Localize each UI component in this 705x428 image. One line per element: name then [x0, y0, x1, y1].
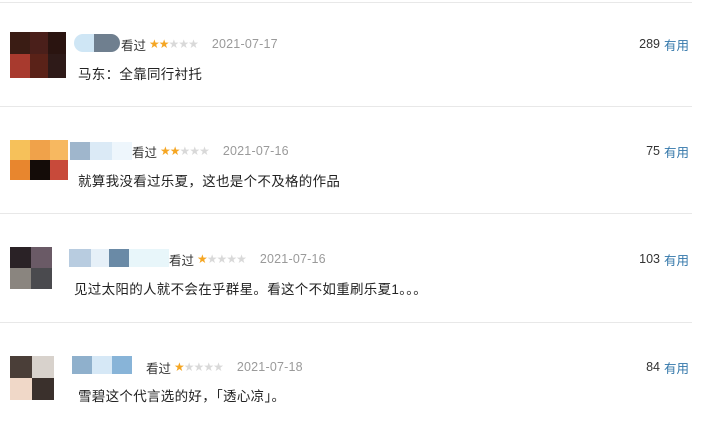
vote-count: 103 [639, 252, 660, 266]
review-date: 2021-07-16 [222, 144, 289, 158]
vote-area: 103 有用 [639, 250, 689, 268]
star-rating: ★ ★ ★ ★ ★ [174, 360, 224, 374]
star-filled-icon: ★ [149, 37, 160, 51]
star-empty-icon: ★ [199, 144, 210, 158]
watched-status: 看过 [132, 145, 158, 160]
star-empty-icon: ★ [178, 37, 189, 51]
review-meta: 看过 ★ ★ ★ ★ ★ 2021-07-16 [132, 142, 289, 160]
useful-button[interactable]: 有用 [664, 358, 689, 377]
username[interactable] [69, 249, 169, 267]
avatar[interactable] [10, 356, 54, 400]
avatar[interactable] [10, 32, 66, 78]
star-empty-icon: ★ [189, 144, 200, 158]
watched-status: 看过 [146, 361, 172, 376]
star-filled-icon: ★ [160, 144, 171, 158]
review-content: 见过太阳的人就不会在乎群星。看这个不如重刷乐夏1。。。 [74, 282, 428, 297]
star-empty-icon: ★ [193, 360, 205, 374]
star-filled-icon: ★ [158, 37, 170, 51]
star-rating: ★ ★ ★ ★ ★ [197, 252, 247, 266]
username[interactable] [74, 34, 120, 52]
watched-status: 看过 [169, 253, 195, 268]
useful-button[interactable]: 有用 [664, 35, 689, 54]
review-item: 看过 ★ ★ ★ ★ ★ 2021-07-18 84 有用 雪碧这个代言选的好，「透心凉… [0, 322, 705, 428]
star-empty-icon: ★ [226, 252, 237, 266]
vote-count: 289 [639, 37, 660, 51]
star-empty-icon: ★ [203, 360, 214, 374]
review-item: 看过 ★ ★ ★ ★ ★ 2021-07-17 289 有用 马东：全靠同行衬托 [0, 0, 705, 106]
review-meta: 看过 ★ ★ ★ ★ ★ 2021-07-17 [121, 35, 278, 53]
avatar[interactable] [10, 140, 68, 186]
username[interactable] [72, 356, 132, 374]
review-meta: 看过 ★ ★ ★ ★ ★ 2021-07-18 [146, 358, 303, 376]
star-filled-icon: ★ [197, 252, 208, 266]
star-filled-icon: ★ [174, 360, 185, 374]
star-empty-icon: ★ [179, 144, 191, 158]
star-empty-icon: ★ [188, 37, 199, 51]
review-date: 2021-07-17 [211, 37, 278, 51]
review-date: 2021-07-18 [236, 360, 303, 374]
review-content: 马东：全靠同行衬托 [78, 67, 203, 82]
vote-count: 84 [646, 360, 660, 374]
vote-area: 84 有用 [646, 358, 689, 376]
useful-button[interactable]: 有用 [664, 250, 689, 269]
star-filled-icon: ★ [169, 144, 181, 158]
review-meta: 看过 ★ ★ ★ ★ ★ 2021-07-16 [169, 250, 326, 268]
star-empty-icon: ★ [216, 252, 228, 266]
vote-area: 75 有用 [646, 142, 689, 160]
review-content: 就算我没看过乐夏，这也是个不及格的作品 [78, 174, 341, 189]
review-date: 2021-07-16 [259, 252, 326, 266]
watched-status: 看过 [121, 38, 147, 53]
star-empty-icon: ★ [213, 360, 224, 374]
star-empty-icon: ★ [236, 252, 247, 266]
username[interactable] [70, 142, 132, 160]
star-rating: ★ ★ ★ ★ ★ [160, 144, 210, 158]
vote-area: 289 有用 [639, 35, 689, 53]
star-rating: ★ ★ ★ ★ ★ [149, 37, 199, 51]
avatar[interactable] [10, 247, 52, 289]
review-item: 看过 ★ ★ ★ ★ ★ 2021-07-16 103 有用 见过太阳的人就不会在乎群星… [0, 213, 705, 322]
star-empty-icon: ★ [206, 252, 218, 266]
vote-count: 75 [646, 144, 660, 158]
star-empty-icon: ★ [168, 37, 180, 51]
useful-button[interactable]: 有用 [664, 142, 689, 161]
review-item: 看过 ★ ★ ★ ★ ★ 2021-07-16 75 有用 就算我没看过乐夏，这也是个不… [0, 106, 705, 213]
review-content: 雪碧这个代言选的好，「透心凉」。 [78, 389, 286, 404]
star-empty-icon: ★ [183, 360, 195, 374]
